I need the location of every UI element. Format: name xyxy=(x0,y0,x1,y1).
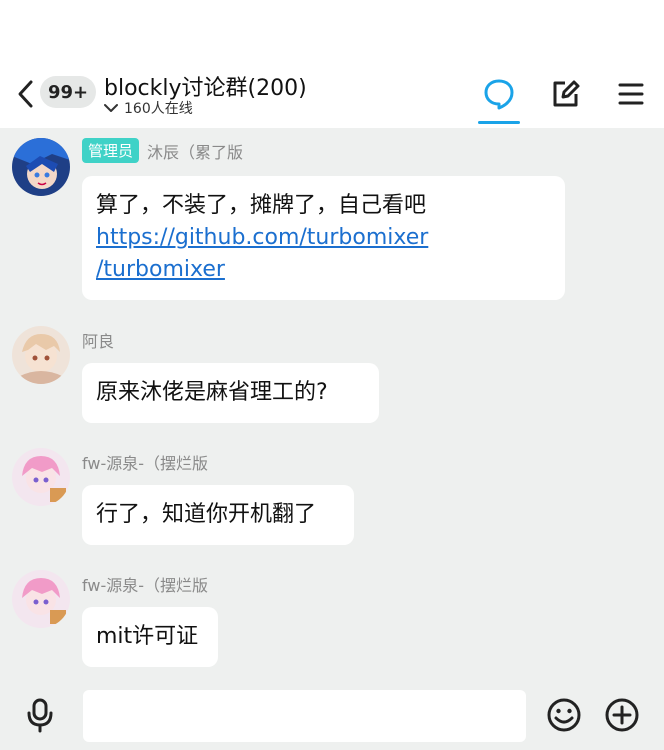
sender-name[interactable]: fw-源泉-（摆烂版 xyxy=(82,572,208,596)
avatar-image xyxy=(12,448,70,506)
avatar[interactable] xyxy=(12,138,70,196)
avatar-image xyxy=(12,138,70,196)
chevron-left-icon xyxy=(18,80,33,108)
voice-button[interactable] xyxy=(20,695,60,735)
message-text: 算了，不装了，摊牌了，自己看吧 xyxy=(96,193,427,218)
active-tab-indicator xyxy=(478,121,520,124)
chat-bubble-icon xyxy=(484,79,514,110)
sender-row: 阿良 xyxy=(82,328,114,352)
chevron-down-icon xyxy=(104,104,118,112)
message-input[interactable] xyxy=(83,690,526,742)
avatar[interactable] xyxy=(12,570,70,628)
sender-row: 管理员 沐辰（累了版 xyxy=(82,138,243,163)
input-bar xyxy=(0,680,664,750)
more-actions-button[interactable] xyxy=(602,695,642,735)
sender-name[interactable]: 阿良 xyxy=(82,328,114,352)
avatar[interactable] xyxy=(12,448,70,506)
message-text: 原来沐佬是麻省理工的? xyxy=(96,380,328,405)
menu-button[interactable] xyxy=(611,74,651,114)
message-bubble[interactable]: mit许可证 xyxy=(82,607,218,667)
chat-tab-button[interactable] xyxy=(479,74,519,114)
emoji-icon xyxy=(547,698,581,732)
message-bubble[interactable]: 行了，知道你开机翻了 xyxy=(82,485,354,545)
online-count: 160人在线 xyxy=(124,101,193,117)
sender-row: fw-源泉-（摆烂版 xyxy=(82,572,208,596)
menu-icon xyxy=(618,83,644,105)
microphone-icon xyxy=(27,698,53,733)
plus-circle-icon xyxy=(605,698,639,732)
sender-name[interactable]: fw-源泉-（摆烂版 xyxy=(82,450,208,474)
edit-icon xyxy=(553,80,580,107)
emoji-button[interactable] xyxy=(544,695,584,735)
edit-button[interactable] xyxy=(545,74,585,114)
status-bar xyxy=(0,0,664,60)
avatar[interactable] xyxy=(12,326,70,384)
message-bubble[interactable]: 算了，不装了，摊牌了，自己看吧 https://github.com/turbo… xyxy=(82,176,565,300)
sender-row: fw-源泉-（摆烂版 xyxy=(82,450,208,474)
back-button[interactable] xyxy=(12,78,40,110)
sender-name[interactable]: 沐辰（累了版 xyxy=(147,139,243,163)
message-bubble[interactable]: 原来沐佬是麻省理工的? xyxy=(82,363,379,423)
message-link[interactable]: https://github.com/turbomixer/turbomixer xyxy=(96,225,428,282)
online-status[interactable]: 160人在线 xyxy=(104,98,193,118)
avatar-image xyxy=(12,570,70,628)
admin-badge: 管理员 xyxy=(82,138,140,163)
message-text: 行了，知道你开机翻了 xyxy=(96,502,317,527)
chat-header: 99+ blockly讨论群(200) 160人在线 xyxy=(0,60,664,128)
avatar-image xyxy=(12,326,70,384)
unread-count-badge[interactable]: 99+ xyxy=(40,76,97,108)
message-text: mit许可证 xyxy=(96,624,199,649)
